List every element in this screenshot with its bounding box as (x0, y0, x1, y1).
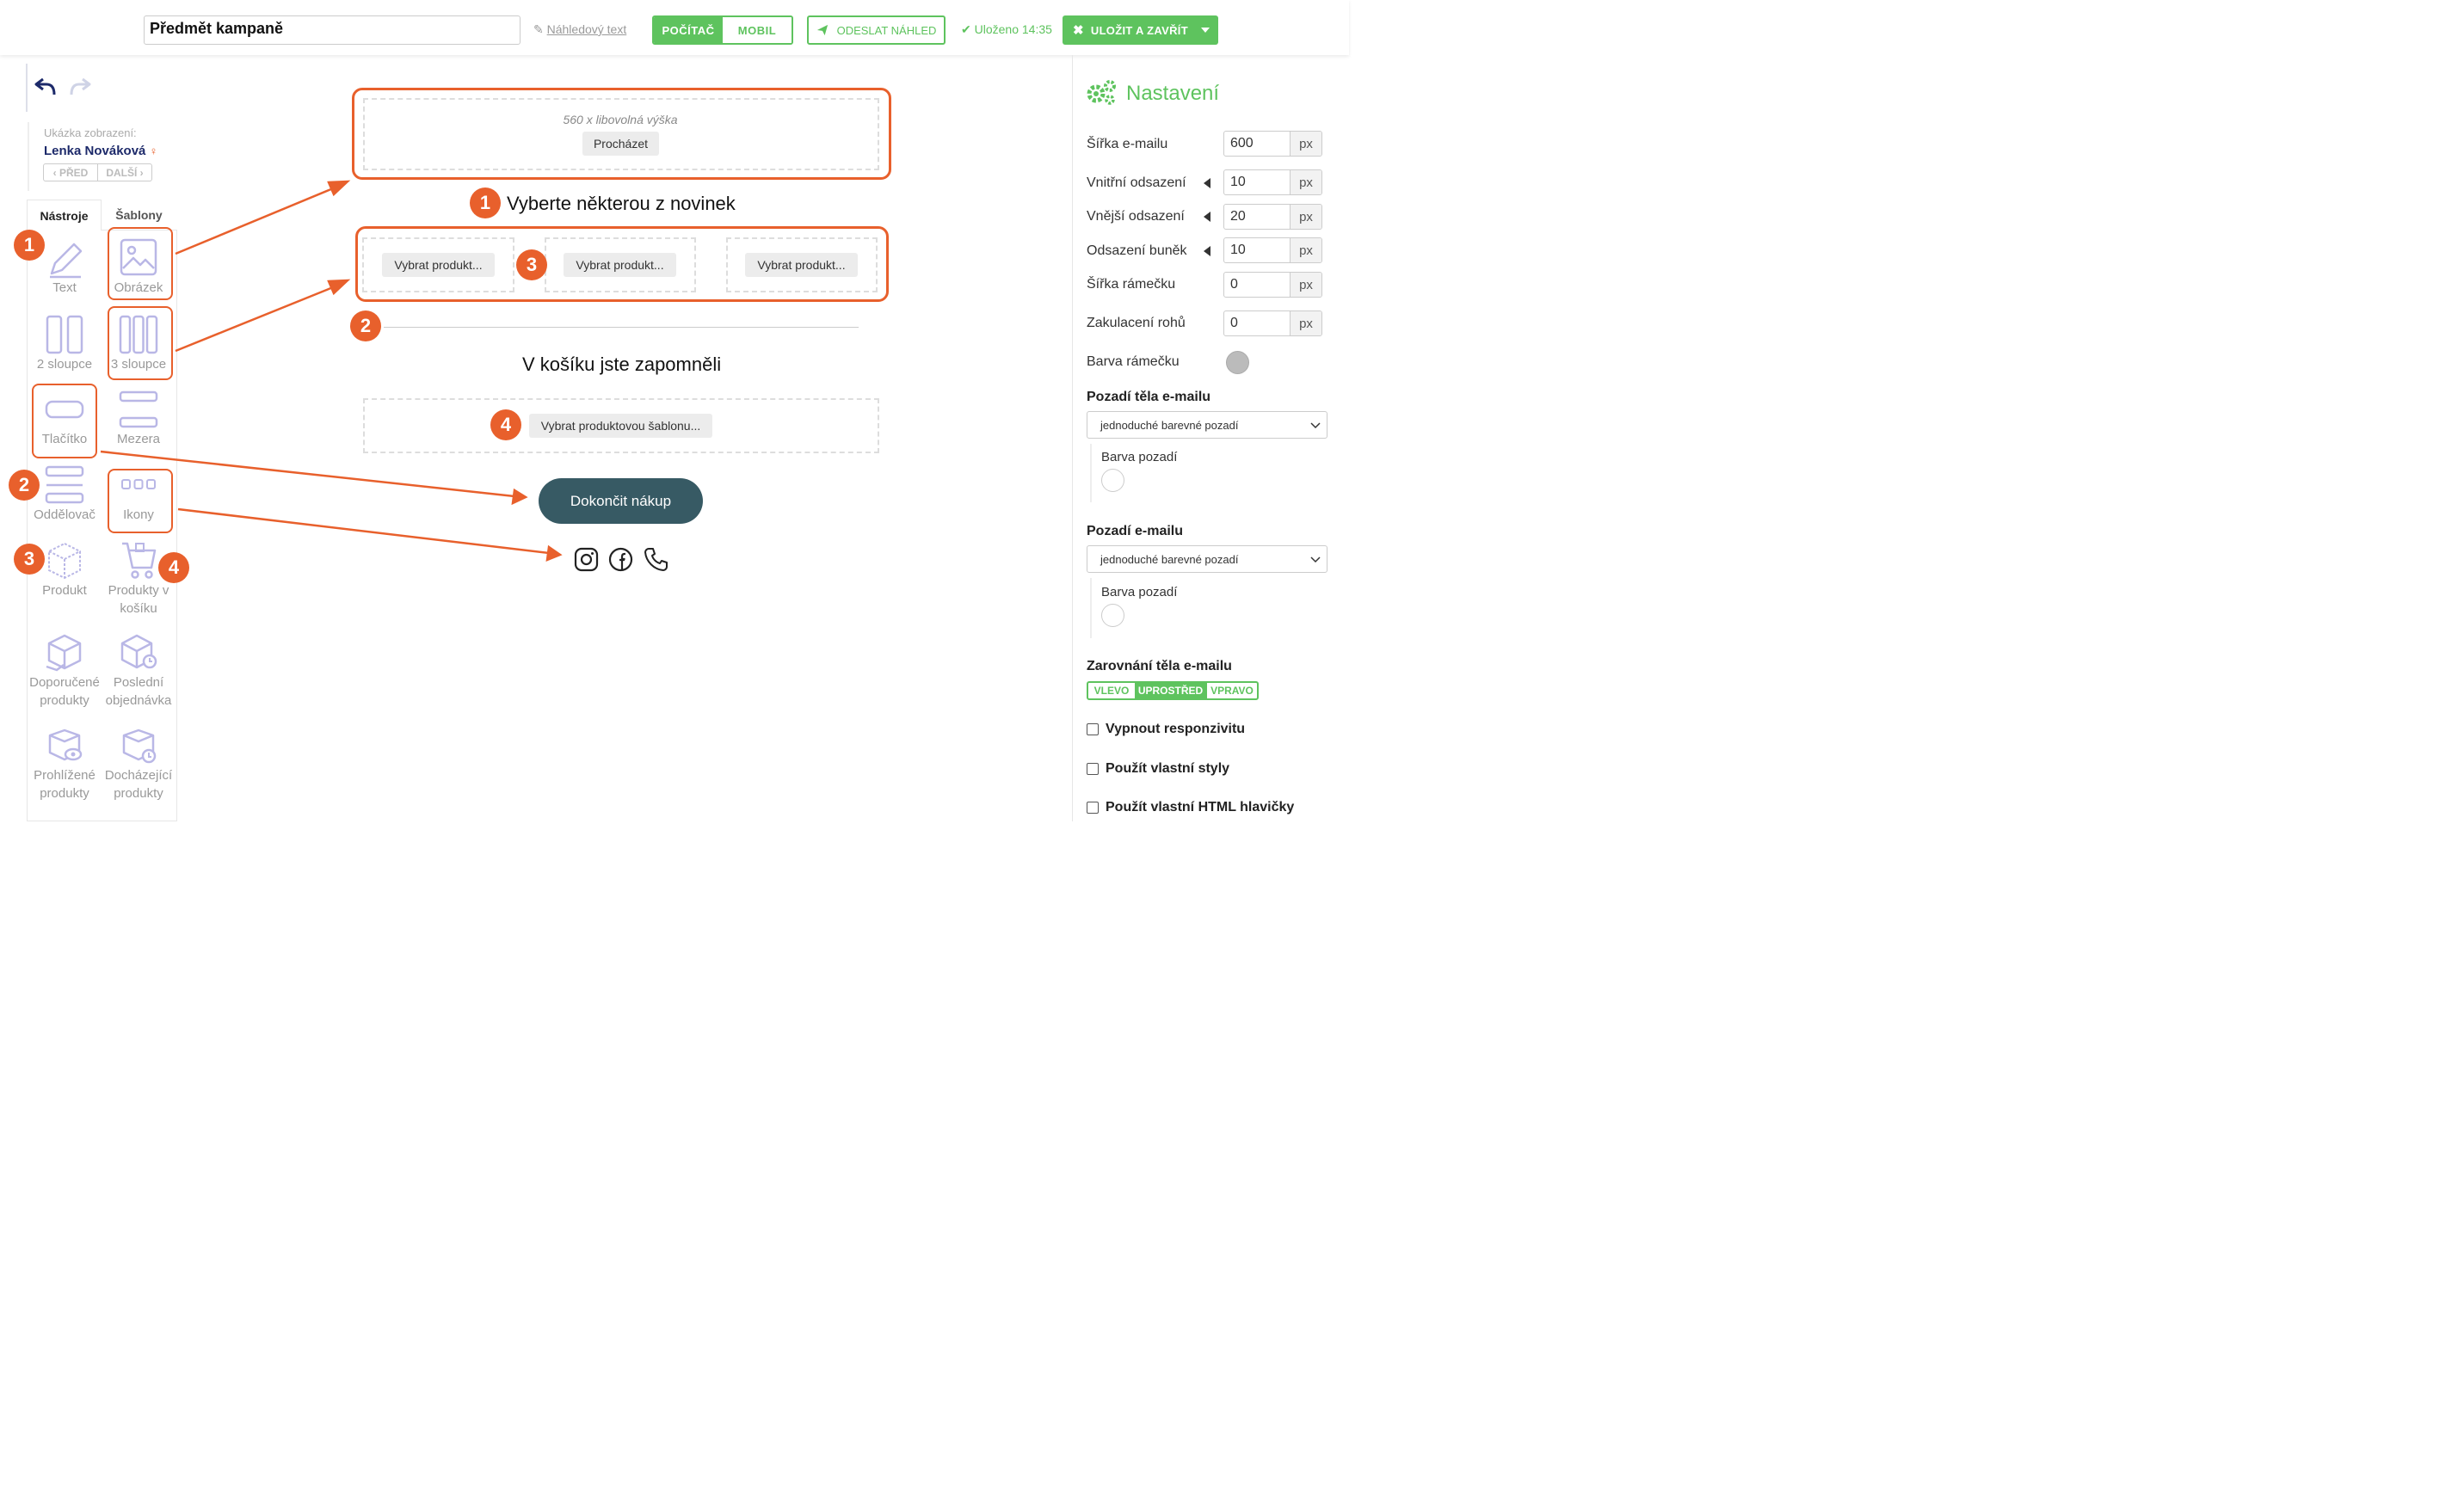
arrow-image (175, 185, 338, 255)
unit-label: px (1290, 170, 1321, 194)
input-value: 600 (1230, 136, 1254, 151)
align-left-button[interactable]: VLEVO (1088, 683, 1135, 698)
arrow-columns (175, 284, 338, 353)
checkbox-label: Použít vlastní HTML hlavičky (1106, 800, 1295, 815)
setting-label: Vnější odsazení (1087, 209, 1185, 224)
input-value: 20 (1230, 209, 1246, 224)
disable-responsive-row: Vypnout responzivitu (1087, 722, 1245, 737)
chevron-down-icon (1310, 422, 1321, 429)
setting-label: Vnitřní odsazení (1087, 175, 1186, 190)
checkbox-label: Vypnout responzivitu (1106, 722, 1246, 736)
email-bg-title: Pozadí e-mailu (1087, 524, 1184, 538)
outer-padding-input[interactable]: 20 px (1223, 204, 1322, 230)
settings-title: Nastavení (1126, 82, 1220, 105)
unit-label: px (1290, 238, 1321, 262)
select-value: jednoduché barevné pozadí (1100, 552, 1239, 566)
body-bg-select[interactable]: jednoduché barevné pozadí (1087, 411, 1327, 439)
select-value: jednoduché barevné pozadí (1100, 418, 1239, 432)
cell-padding-input[interactable]: 10 px (1223, 237, 1322, 263)
checkbox-label: Použít vlastní styly (1106, 761, 1230, 776)
setting-label: Odsazení buněk (1087, 243, 1187, 258)
body-bg-title: Pozadí těla e-mailu (1087, 390, 1211, 404)
inner-padding-input[interactable]: 10 px (1223, 169, 1322, 195)
input-value: 0 (1230, 316, 1238, 330)
custom-html-head-row: Použít vlastní HTML hlavičky (1087, 800, 1294, 815)
border-color-swatch[interactable] (1226, 351, 1249, 374)
arrow-head (511, 488, 528, 506)
input-value: 0 (1230, 277, 1238, 292)
custom-html-head-checkbox[interactable] (1087, 802, 1099, 814)
body-bg-indent (1090, 444, 1092, 502)
email-bg-color-swatch[interactable] (1101, 604, 1124, 627)
align-toggle: VLEVO UPROSTŘED VPRAVO (1087, 681, 1259, 700)
disable-responsive-checkbox[interactable] (1087, 723, 1099, 735)
arrow-head (327, 180, 351, 197)
align-center-button[interactable]: UPROSTŘED (1135, 683, 1206, 698)
custom-styles-checkbox[interactable] (1087, 763, 1099, 775)
unit-label: px (1290, 273, 1321, 297)
border-color-label: Barva rámečku (1087, 354, 1180, 369)
align-title: Zarovnání těla e-mailu (1087, 659, 1232, 673)
email-bg-indent (1090, 578, 1092, 638)
decrement-arrow-icon[interactable] (1204, 212, 1210, 222)
setting-label: Zakulacení rohů (1087, 316, 1186, 330)
setting-label: Šířka rámečku (1087, 277, 1176, 292)
arrow-button (100, 450, 515, 498)
body-bg-color-label: Barva pozadí (1101, 450, 1178, 464)
custom-styles-row: Použít vlastní styly (1087, 761, 1229, 777)
body-bg-color-swatch[interactable] (1101, 469, 1124, 492)
email-bg-color-label: Barva pozadí (1101, 585, 1178, 599)
decrement-arrow-icon[interactable] (1204, 246, 1210, 256)
border-radius-input[interactable]: 0 px (1223, 310, 1322, 336)
gears-icon (1087, 80, 1116, 105)
input-value: 10 (1230, 243, 1246, 257)
chevron-down-icon (1310, 556, 1321, 563)
decrement-arrow-icon[interactable] (1204, 178, 1210, 188)
unit-label: px (1290, 205, 1321, 229)
setting-label: Šířka e-mailu (1087, 137, 1168, 151)
arrow-head (545, 544, 563, 562)
border-width-input[interactable]: 0 px (1223, 272, 1322, 298)
arrow-head (327, 279, 351, 296)
arrow-icons (177, 507, 550, 555)
align-right-button[interactable]: VPRAVO (1206, 683, 1257, 698)
unit-label: px (1290, 132, 1321, 156)
email-width-input[interactable]: 600 px (1223, 131, 1322, 157)
settings-divider (1072, 55, 1073, 821)
email-bg-select[interactable]: jednoduché barevné pozadí (1087, 545, 1327, 573)
input-value: 10 (1230, 175, 1246, 189)
unit-label: px (1290, 311, 1321, 335)
